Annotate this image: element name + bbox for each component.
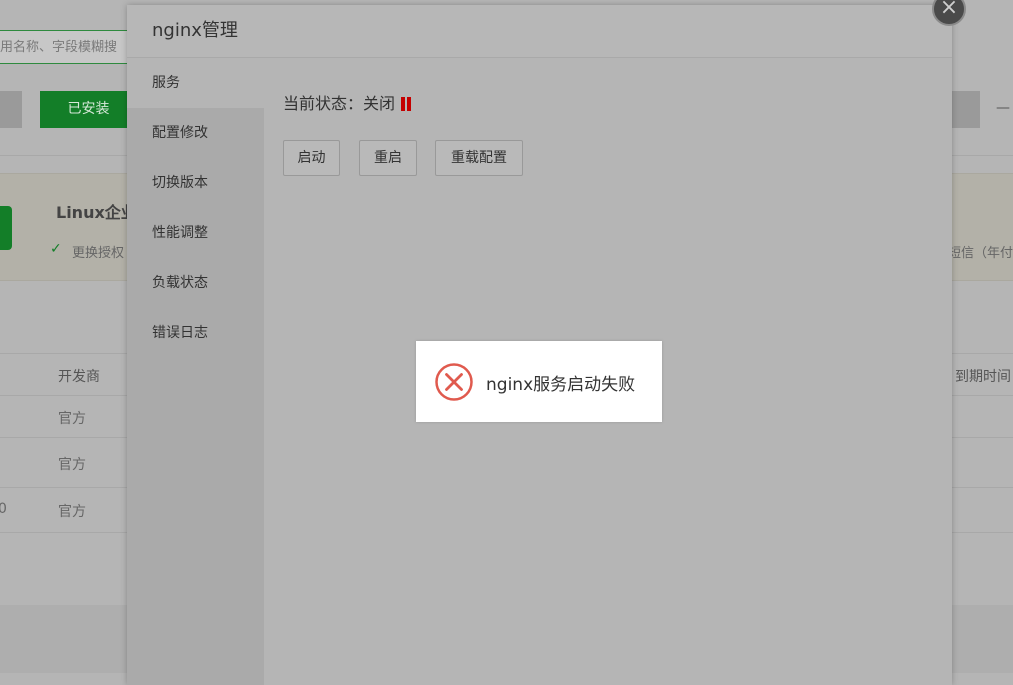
sidebar-item-performance[interactable]: 性能调整 [127, 208, 264, 258]
banner-right-text: 短信（年付 [948, 246, 1013, 261]
sidebar-item-service[interactable]: 服务 [127, 58, 264, 108]
status-label: 当前状态： [283, 94, 364, 113]
check-icon: ✓ [50, 241, 62, 257]
banner-title: Linux企业 [56, 203, 137, 222]
start-button[interactable]: 启动 [283, 140, 340, 176]
banner-button[interactable] [0, 206, 12, 250]
dialog-sidebar: 服务 配置修改 切换版本 性能调整 负载状态 错误日志 [127, 58, 264, 685]
tab-button-left[interactable] [0, 91, 22, 128]
sidebar-item-config-edit[interactable]: 配置修改 [127, 108, 264, 158]
tab-installed[interactable]: 已安装 [40, 91, 137, 128]
toast-message: nginx服务启动失败 [486, 375, 636, 395]
table-row-developer: 官方 [58, 411, 86, 427]
pause-icon [401, 96, 413, 115]
restart-button[interactable]: 重启 [359, 140, 417, 176]
sidebar-item-error-log[interactable]: 错误日志 [127, 308, 264, 358]
dialog-title: nginx管理 [127, 5, 952, 58]
column-header-developer: 开发商 [58, 369, 100, 385]
table-row-developer: 官方 [58, 457, 86, 473]
table-row-developer: 官方 [58, 504, 86, 520]
reload-config-button[interactable]: 重载配置 [435, 140, 523, 176]
table-row-prefix: 0 [0, 501, 7, 517]
right-dash: — [996, 100, 1010, 116]
column-header-expiry: 到期时间 [955, 369, 1011, 385]
banner-check-text: 更换授权 [72, 246, 125, 261]
service-status: 当前状态：关闭 [283, 90, 413, 115]
error-circle-x-icon [435, 363, 473, 401]
status-value: 关闭 [363, 94, 396, 113]
sidebar-item-load-status[interactable]: 负载状态 [127, 258, 264, 308]
error-toast: nginx服务启动失败 [416, 341, 662, 422]
sidebar-item-switch-version[interactable]: 切换版本 [127, 158, 264, 208]
